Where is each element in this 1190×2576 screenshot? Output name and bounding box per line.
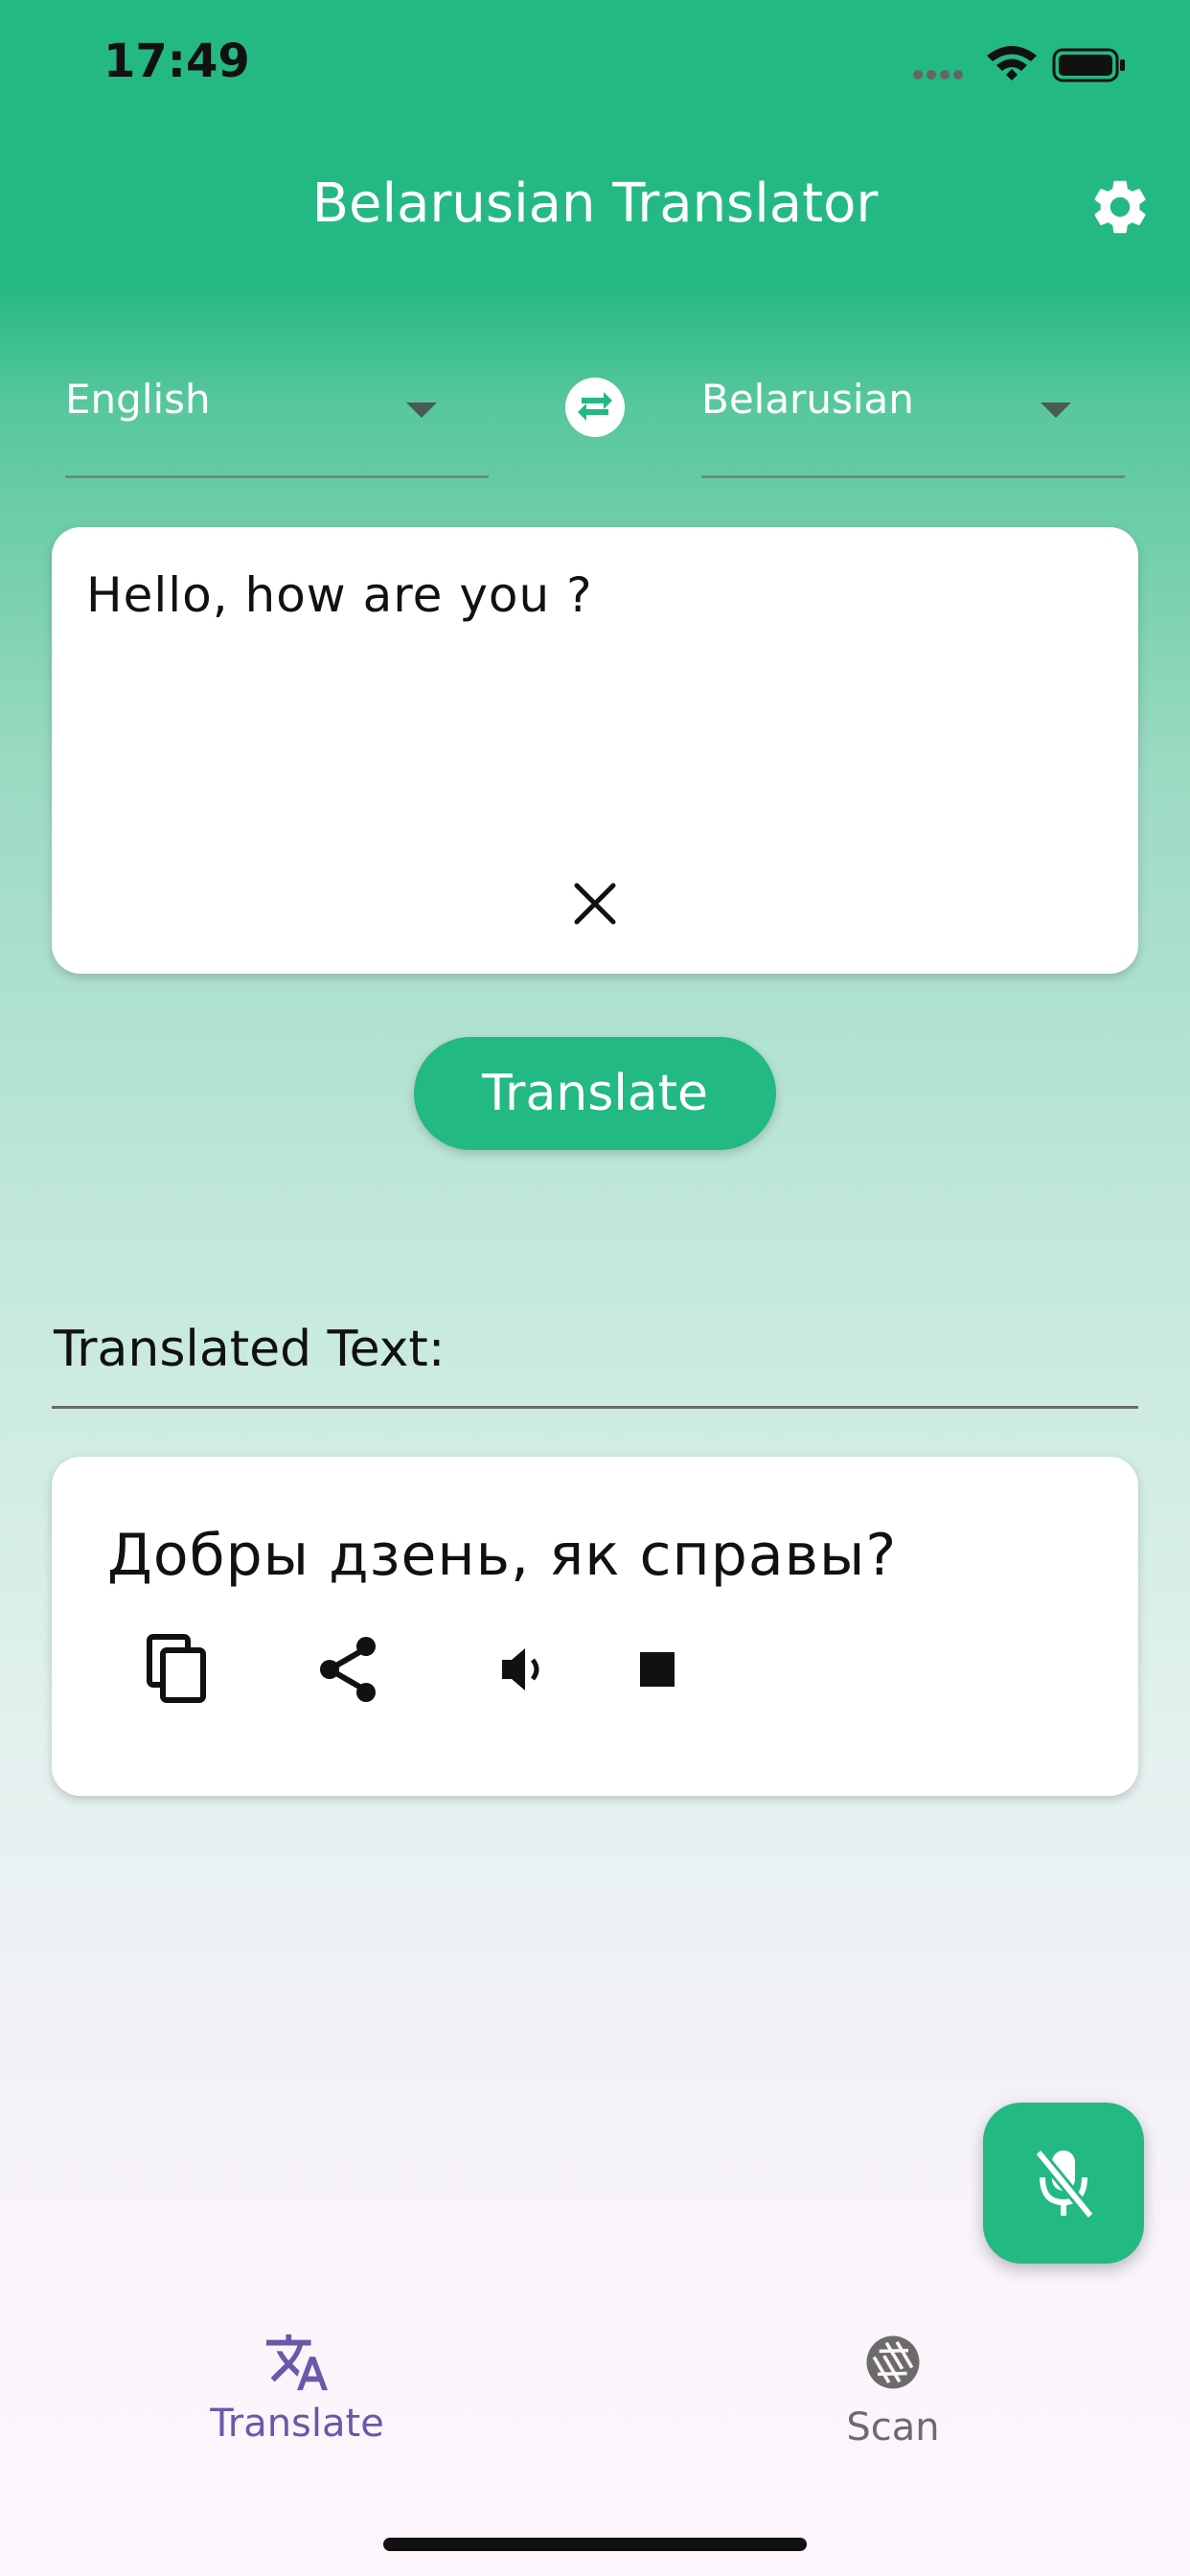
divider (52, 1406, 1138, 1409)
nav-scan-label: Scan (846, 2405, 940, 2450)
app-title: Belarusian Translator (311, 172, 879, 235)
swap-arrows-icon (578, 392, 612, 421)
source-text-input[interactable]: Hello, how are you ? (86, 567, 1102, 623)
clear-close-icon[interactable] (571, 880, 619, 928)
nav-scan[interactable]: Scan (749, 2327, 1037, 2480)
status-icons (913, 46, 1125, 82)
source-language-label: English (65, 376, 211, 423)
wifi-icon (987, 46, 1037, 80)
home-indicator (383, 2538, 807, 2551)
status-time: 17:49 (103, 34, 250, 88)
translated-text-heading: Translated Text: (54, 1321, 446, 1378)
speaker-volume-icon[interactable] (483, 1631, 560, 1708)
nav-translate-label: Translate (210, 2402, 384, 2446)
nav-translate[interactable]: Translate (153, 2327, 441, 2480)
copy-icon[interactable] (140, 1631, 217, 1708)
output-card (52, 1457, 1138, 1796)
cellular-signal-icon (913, 70, 963, 80)
chevron-down-icon (1041, 402, 1071, 418)
translate-button[interactable]: Translate (414, 1037, 776, 1150)
swap-languages-button[interactable] (565, 378, 625, 437)
mic-off-icon (1034, 2149, 1095, 2220)
translate-icon (265, 2334, 329, 2391)
battery-icon (1052, 48, 1125, 82)
translated-text: Добры дзень, як справы? (107, 1522, 898, 1589)
settings-gear-icon[interactable] (1087, 174, 1153, 240)
stop-icon[interactable] (619, 1631, 696, 1708)
target-language-dropdown[interactable]: Belarusian (701, 368, 1125, 478)
camera-aperture-icon (866, 2335, 920, 2389)
source-language-dropdown[interactable]: English (65, 368, 489, 478)
target-language-label: Belarusian (701, 376, 914, 423)
share-icon[interactable] (310, 1631, 387, 1708)
chevron-down-icon (406, 402, 437, 418)
voice-input-button[interactable] (983, 2103, 1144, 2264)
